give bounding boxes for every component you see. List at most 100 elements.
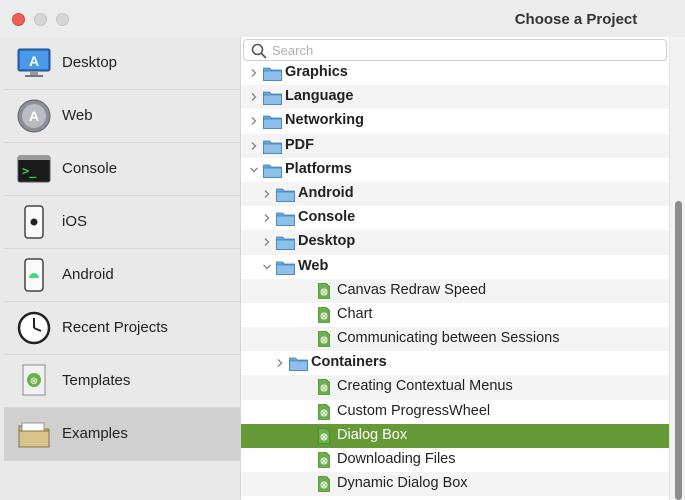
window-title: Choose a Project: [514, 11, 638, 28]
tree-folder-row[interactable]: PDF: [241, 133, 669, 158]
tree-item-label: Custom ProgressWheel: [337, 402, 491, 419]
android-phone-icon: [16, 257, 52, 293]
tree-folder-row[interactable]: Platforms: [241, 158, 669, 182]
svg-text:A: A: [29, 53, 39, 69]
sidebar-item-recent-projects[interactable]: Recent Projects: [4, 302, 240, 355]
sidebar-item-label: iOS: [62, 213, 88, 230]
project-file-icon: [318, 427, 330, 444]
folder-icon: [276, 260, 295, 275]
tree-item-label: Console: [298, 209, 356, 226]
tree-item-label: Canvas Redraw Speed: [337, 281, 487, 298]
tree-project-row[interactable]: Dynamic Dialog Box: [241, 472, 669, 497]
iphone-icon: [16, 204, 52, 240]
tree-folder-row[interactable]: Containers: [241, 351, 669, 375]
sidebar-item-label: Console: [62, 160, 118, 177]
tree-item-label: Graphics: [285, 64, 348, 80]
tree-item-label: Networking: [285, 112, 364, 129]
chevron-down-icon[interactable]: [249, 165, 259, 175]
folder-icon: [289, 356, 308, 372]
chevron-right-icon[interactable]: [262, 237, 272, 247]
project-file-icon: [318, 476, 330, 493]
tree-item-label: PDF: [285, 136, 314, 153]
tree-folder-row[interactable]: Android: [241, 181, 669, 207]
project-file-icon: [318, 282, 330, 299]
zoom-window-button[interactable]: [56, 13, 69, 26]
tree-item-label: Language: [285, 88, 354, 105]
search-icon: [251, 43, 267, 59]
chevron-right-icon[interactable]: [249, 116, 259, 126]
sidebar-item-label: Web: [62, 107, 93, 124]
tree-folder-row[interactable]: Desktop: [241, 230, 669, 255]
tree-folder-row[interactable]: Networking: [241, 109, 669, 133]
folder-icon: [276, 235, 295, 251]
project-file-icon: [318, 452, 330, 468]
tree-item-label: Dynamic Dialog Box: [337, 475, 468, 492]
examples-browser: Graphics Language Networking PDF Platforms An…: [241, 37, 669, 500]
folder-icon: [276, 211, 295, 227]
folder-icon: [276, 187, 295, 202]
chevron-right-icon[interactable]: [262, 189, 272, 199]
tree-item-label: Downloading Files: [337, 451, 456, 467]
sidebar-item-ios[interactable]: iOS: [4, 196, 240, 249]
tree-project-row[interactable]: Custom ProgressWheel: [241, 400, 669, 424]
chevron-right-icon[interactable]: [249, 92, 259, 102]
chevron-down-icon[interactable]: [262, 262, 272, 272]
tree-folder-row[interactable]: Web: [241, 255, 669, 279]
chevron-right-icon[interactable]: [249, 141, 259, 151]
sidebar-item-templates[interactable]: ⊗ Templates: [4, 355, 240, 408]
sidebar-item-label: Desktop: [62, 54, 118, 71]
clock-icon: [16, 310, 52, 346]
folder-icon: [263, 66, 282, 81]
project-file-icon: [318, 306, 330, 323]
sidebar-item-console[interactable]: >_ Console: [4, 143, 240, 196]
tree-item-label: Containers: [311, 354, 387, 371]
minimize-window-button[interactable]: [34, 13, 47, 26]
examples-tree: Graphics Language Networking PDF Platforms An…: [241, 61, 669, 497]
tree-item-label: Desktop: [298, 233, 356, 250]
project-type-sidebar: A Desktop A Web >_ Console iOS Android Recent Pr…: [0, 37, 241, 500]
sidebar-item-web[interactable]: A Web: [4, 90, 240, 143]
sidebar-item-label: Android: [62, 266, 114, 283]
sidebar-item-examples[interactable]: Examples: [4, 408, 240, 461]
search-input[interactable]: [272, 42, 652, 58]
tree-project-row[interactable]: Creating Contextual Menus: [241, 375, 669, 400]
sidebar-item-label: Recent Projects: [62, 319, 168, 336]
project-file-icon: [318, 379, 330, 396]
tree-item-label: Web: [298, 257, 329, 274]
tree-item-label: Creating Contextual Menus: [337, 378, 513, 395]
folder-icon: [263, 139, 282, 154]
folder-icon: [263, 114, 282, 130]
sidebar-item-label: Templates: [62, 372, 131, 389]
template-document-icon: ⊗: [16, 363, 52, 399]
tree-project-row[interactable]: Downloading Files: [241, 448, 669, 472]
tree-project-row[interactable]: Communicating between Sessions: [241, 327, 669, 352]
tree-folder-row[interactable]: Graphics: [241, 61, 669, 85]
project-file-icon: [318, 403, 330, 420]
close-window-button[interactable]: [12, 13, 25, 26]
tree-item-label: Communicating between Sessions: [337, 330, 560, 347]
vertical-scrollbar[interactable]: [669, 37, 685, 500]
tree-item-label: Chart: [337, 305, 373, 322]
sidebar-item-label: Examples: [62, 425, 128, 442]
sidebar-item-desktop[interactable]: A Desktop: [4, 37, 240, 90]
chevron-right-icon[interactable]: [262, 213, 272, 223]
scrollbar-thumb[interactable]: [675, 201, 682, 500]
project-file-icon: [318, 331, 330, 347]
tree-project-row[interactable]: Dialog Box: [241, 423, 669, 448]
tree-item-label: Dialog Box: [337, 426, 408, 443]
tree-item-label: Platforms: [285, 160, 352, 177]
search-field[interactable]: [243, 39, 667, 61]
web-app-icon: A: [16, 98, 52, 134]
chevron-right-icon[interactable]: [275, 358, 285, 368]
svg-text:A: A: [29, 108, 39, 124]
chevron-right-icon[interactable]: [249, 68, 259, 78]
folder-icon: [263, 90, 282, 106]
svg-text:⊗: ⊗: [30, 376, 38, 387]
terminal-icon: >_: [16, 151, 52, 187]
folder-icon: [16, 416, 52, 452]
tree-project-row[interactable]: Chart: [241, 303, 669, 327]
tree-project-row[interactable]: Canvas Redraw Speed: [241, 278, 669, 303]
tree-folder-row[interactable]: Language: [241, 85, 669, 110]
tree-folder-row[interactable]: Console: [241, 206, 669, 230]
sidebar-item-android[interactable]: Android: [4, 249, 240, 302]
